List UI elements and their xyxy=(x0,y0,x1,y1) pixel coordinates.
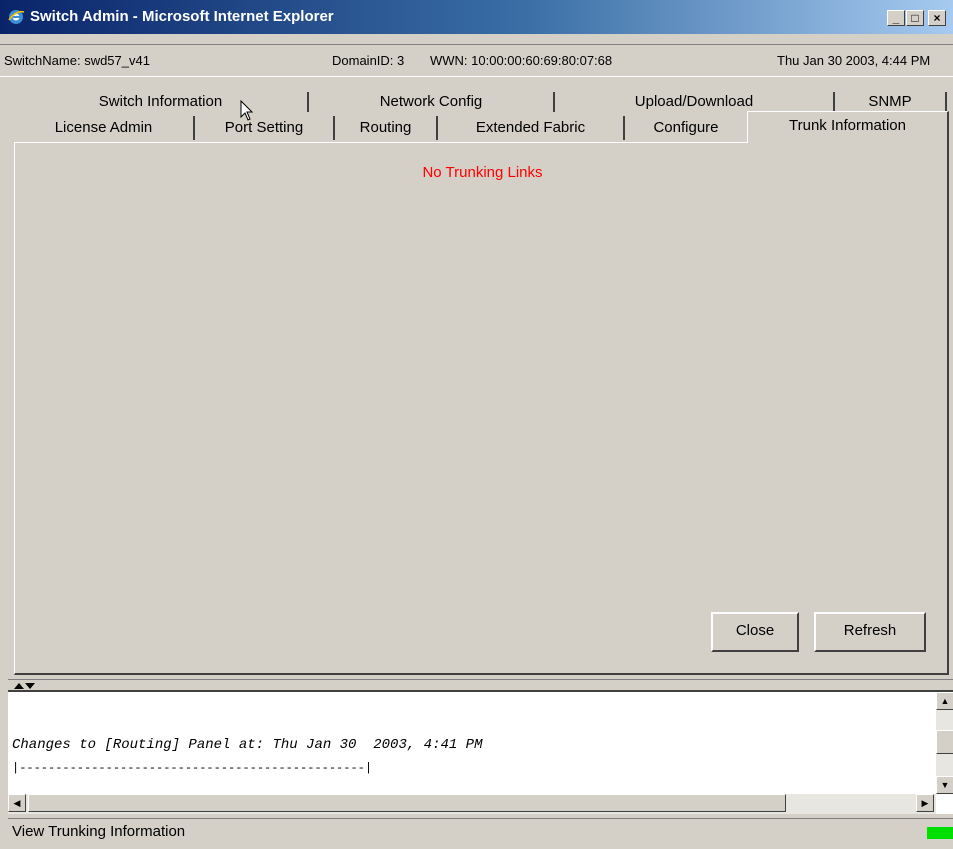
maximize-button[interactable]: □ xyxy=(906,10,924,26)
change-log: Changes to [Routing] Panel at: Thu Jan 3… xyxy=(8,690,953,814)
datetime: Thu Jan 30 2003, 4:44 PM xyxy=(777,53,931,68)
tab-routing[interactable]: Routing xyxy=(335,116,438,140)
window-title: Switch Admin - Microsoft Internet Explor… xyxy=(30,8,334,25)
log-separator-line: |---------------------------------------… xyxy=(12,761,373,775)
scroll-thumb-horizontal[interactable] xyxy=(28,794,786,812)
wwn: WWN: 10:00:00:60:69:80:07:68 xyxy=(430,53,613,68)
tab-trunk-information[interactable]: Trunk Information xyxy=(747,111,949,143)
switch-info-bar: SwitchName: swd57_v41 DomainID: 3 WWN: 1… xyxy=(0,44,953,77)
switch-name: SwitchName: swd57_v41 xyxy=(4,53,150,68)
status-text: View Trunking Information xyxy=(12,823,186,840)
minimize-button[interactable]: _ xyxy=(887,10,905,26)
status-indicator xyxy=(927,827,953,839)
tab-configure[interactable]: Configure xyxy=(625,116,747,140)
status-bar: View Trunking Information xyxy=(8,818,953,847)
panel-splitter[interactable] xyxy=(8,679,953,689)
vertical-scrollbar[interactable]: ▲ ▼ xyxy=(936,692,953,794)
scroll-thumb-vertical[interactable] xyxy=(936,730,953,754)
tab-snmp[interactable]: SNMP xyxy=(835,92,947,112)
tab-license-admin[interactable]: License Admin xyxy=(14,116,195,140)
internet-explorer-icon xyxy=(8,10,25,24)
scroll-right-icon[interactable]: ▶ xyxy=(916,794,934,812)
log-line: Changes to [Routing] Panel at: Thu Jan 3… xyxy=(12,737,483,753)
horizontal-scrollbar[interactable]: ◀ ▶ xyxy=(8,794,936,814)
trunk-information-panel: No Trunking Links Close Refresh xyxy=(14,142,949,675)
scroll-left-icon[interactable]: ◀ xyxy=(8,794,26,812)
close-window-button[interactable]: × xyxy=(928,10,946,26)
scroll-down-icon[interactable]: ▼ xyxy=(936,776,953,794)
splitter-arrows-icon[interactable] xyxy=(12,682,36,690)
no-trunking-message: No Trunking Links xyxy=(422,164,543,181)
tab-upload-download[interactable]: Upload/Download xyxy=(555,92,835,112)
tab-network-config[interactable]: Network Config xyxy=(309,92,555,112)
title-bar[interactable]: Switch Admin - Microsoft Internet Explor… xyxy=(0,0,953,34)
tab-extended-fabric[interactable]: Extended Fabric xyxy=(438,116,625,140)
app-window: Switch Admin - Microsoft Internet Explor… xyxy=(0,0,953,849)
tab-port-setting[interactable]: Port Setting xyxy=(195,116,335,140)
domain-id: DomainID: 3 xyxy=(332,53,405,68)
scroll-up-icon[interactable]: ▲ xyxy=(936,692,953,710)
tab-switch-information[interactable]: Switch Information xyxy=(14,92,309,112)
close-button[interactable]: Close xyxy=(711,612,799,652)
refresh-button[interactable]: Refresh xyxy=(814,612,926,652)
